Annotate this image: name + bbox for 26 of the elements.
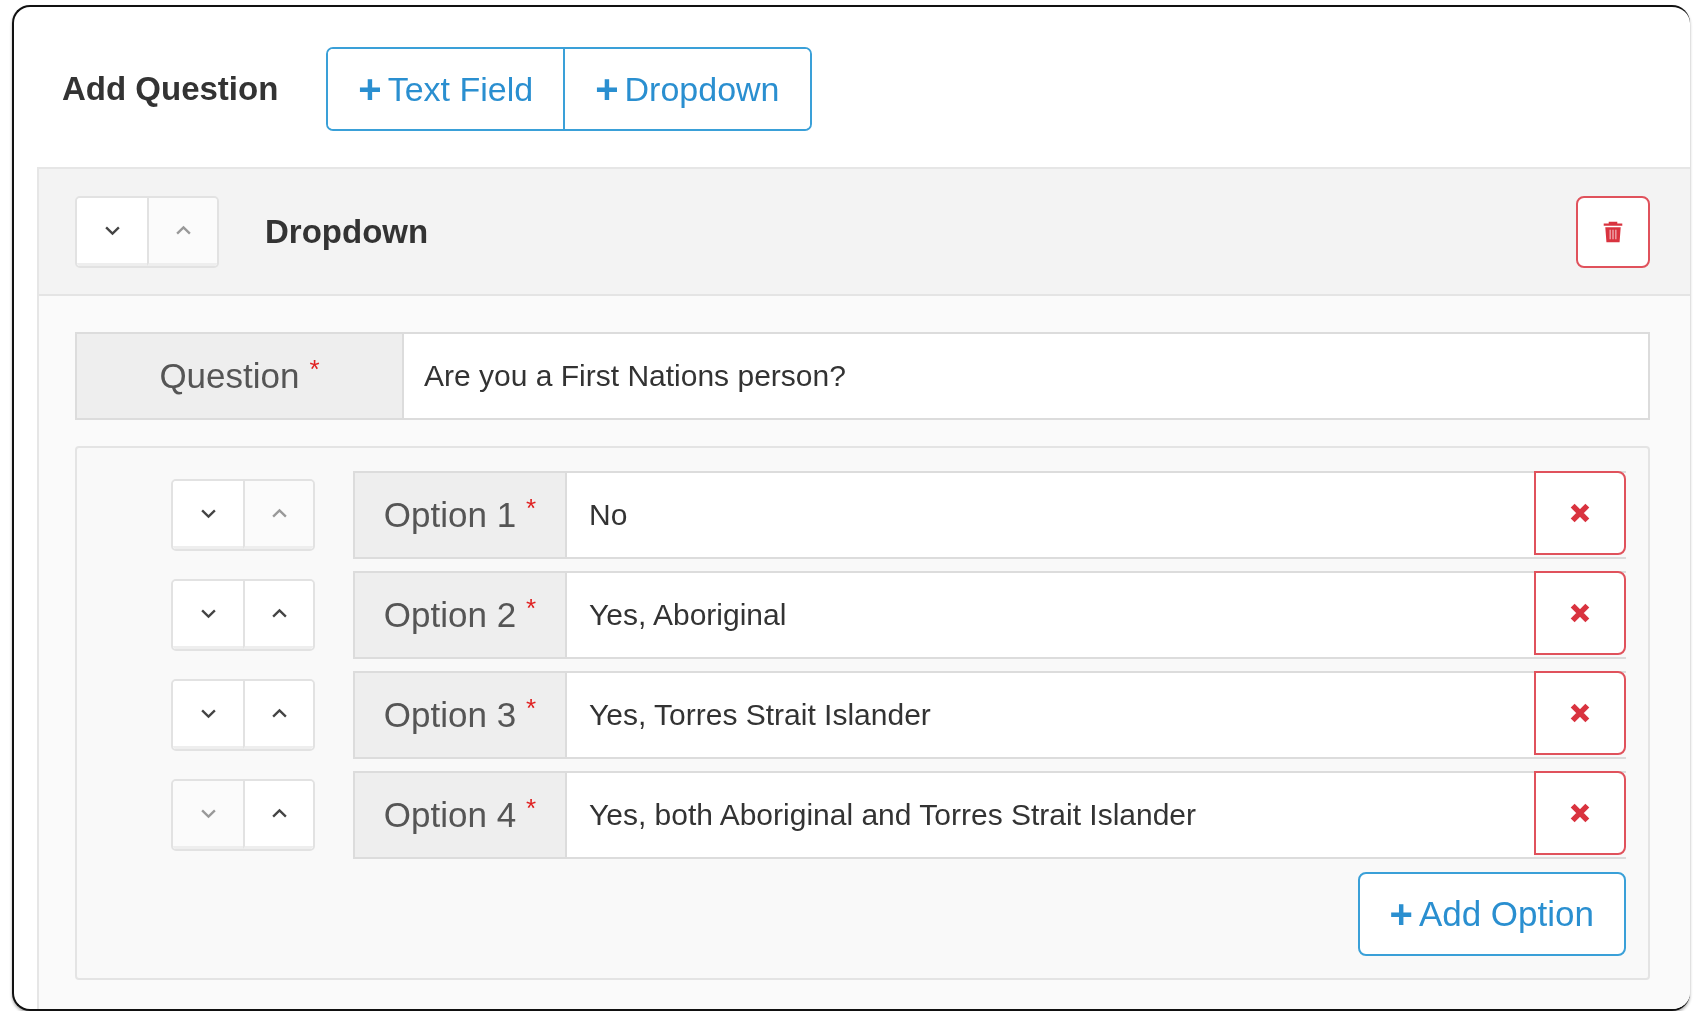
move-down-button[interactable] bbox=[173, 581, 243, 649]
chevron-up-icon bbox=[270, 608, 288, 619]
chevron-up-icon bbox=[270, 508, 288, 519]
add-option-button[interactable]: +Add Option bbox=[1357, 872, 1626, 956]
delete-button[interactable] bbox=[1576, 195, 1650, 268]
chevron-down-icon bbox=[199, 708, 217, 719]
chevron-up-icon bbox=[270, 808, 288, 819]
question-type-title: Dropdown bbox=[265, 212, 430, 251]
trash-icon bbox=[1603, 219, 1623, 244]
move-up-button[interactable] bbox=[243, 581, 313, 649]
chevron-up-icon bbox=[270, 708, 288, 719]
chevron-down-icon bbox=[199, 508, 217, 519]
move-up-button[interactable] bbox=[243, 781, 313, 849]
move-down-button[interactable] bbox=[173, 681, 243, 749]
plus-icon: + bbox=[595, 69, 619, 109]
plus-icon: + bbox=[1389, 894, 1413, 934]
chevron-down-icon bbox=[199, 808, 217, 819]
chevron-up-icon bbox=[174, 224, 192, 236]
move-down-button[interactable] bbox=[77, 197, 147, 266]
chevron-down-icon bbox=[103, 224, 121, 236]
chevron-down-icon bbox=[199, 608, 217, 619]
move-down-button[interactable] bbox=[173, 481, 243, 549]
plus-icon: + bbox=[358, 69, 382, 109]
heading: Add Question bbox=[62, 70, 279, 108]
move-up-button[interactable] bbox=[243, 681, 313, 749]
add-field-button[interactable]: +Text Field bbox=[328, 49, 566, 129]
